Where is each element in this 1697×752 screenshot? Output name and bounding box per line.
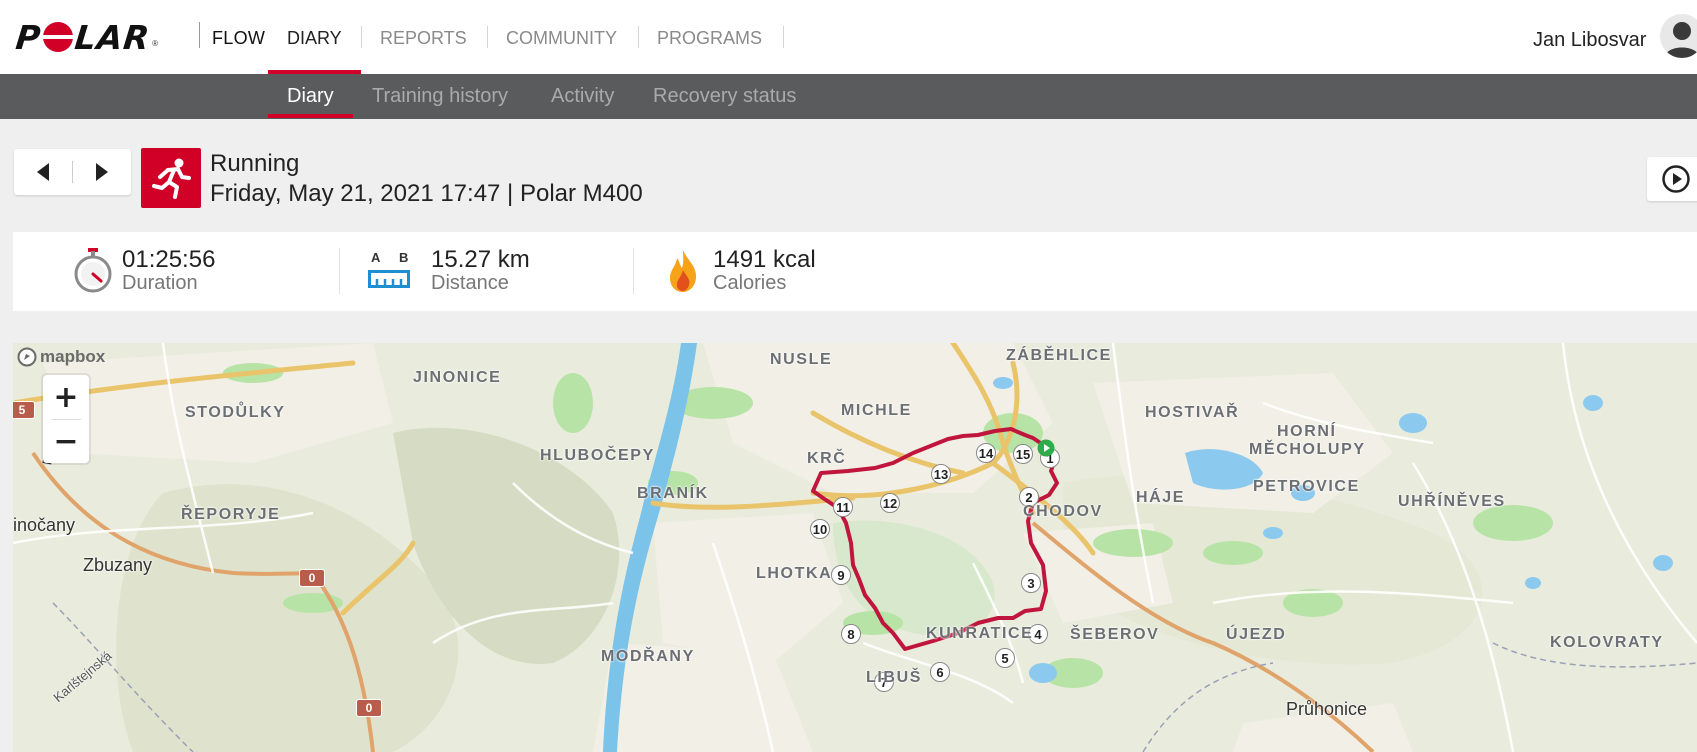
previous-session-button[interactable] (14, 149, 72, 195)
session-pager (14, 149, 131, 195)
distance-label: Distance (431, 272, 509, 294)
duration-label: Duration (122, 272, 198, 294)
map-label-inocany: inočany (13, 515, 76, 535)
map-label-kunratice: KUNRATICE (926, 625, 1034, 642)
mapbox-logo[interactable]: mapbox (17, 347, 105, 367)
subnav-activity[interactable]: Activity (551, 85, 614, 108)
top-header: P LAR ® FLOW DIARY REPORTS COMMUNITY PROG… (0, 0, 1697, 74)
nav-reports[interactable]: REPORTS (380, 28, 467, 49)
arrow-left-icon (37, 163, 49, 181)
registered-mark: ® (152, 39, 159, 48)
lap-marker-8[interactable]: 8 (841, 624, 861, 644)
logo-letter-p: P (13, 17, 44, 57)
map-label-hostivar: HOSTIVAŘ (1145, 404, 1240, 421)
lap-marker-11[interactable]: 11 (833, 497, 853, 517)
stopwatch-icon (74, 248, 112, 293)
summary-divider (633, 248, 634, 294)
user-name[interactable]: Jan Libosvar (1533, 29, 1646, 52)
sub-navigation: Diary Training history Activity Recovery… (0, 74, 1697, 119)
replay-button[interactable] (1647, 157, 1697, 201)
road-shield: 0 (299, 569, 325, 587)
nav-community[interactable]: COMMUNITY (506, 28, 617, 49)
zoom-in-button[interactable]: + (43, 375, 89, 419)
map-label-uhrineves: UHŘÍNĚVES (1398, 493, 1506, 510)
map-label-krc: KRČ (807, 450, 847, 467)
map-label-horni: HORNÍ (1277, 423, 1337, 440)
play-circle-icon (1662, 165, 1690, 193)
summary-divider (339, 248, 340, 294)
start-flag-icon[interactable] (1037, 439, 1055, 457)
avatar[interactable] (1660, 14, 1697, 58)
map-label-nusle: NUSLE (770, 351, 833, 368)
session-summary: 01:25:56 Duration A B 15.27 km Distance … (13, 232, 1697, 311)
lap-marker-5[interactable]: 5 (995, 648, 1015, 668)
lap-marker-10[interactable]: 10 (810, 519, 830, 539)
logo-o-dot (41, 22, 76, 52)
distance-stat: A B 15.27 km Distance (368, 232, 628, 311)
calories-stat: 1491 kcal Calories (667, 232, 927, 311)
map-label-petrovice: PETROVICE (1253, 478, 1360, 495)
ruler-ab-icon: A B (368, 248, 412, 294)
running-person-icon (152, 158, 191, 199)
nav-divider (361, 26, 362, 48)
zoom-out-button[interactable]: − (43, 419, 89, 463)
nav-divider (783, 26, 784, 48)
road-shield: 0 (356, 699, 382, 717)
map-label-pruhonice: Průhonice (1286, 699, 1368, 719)
lap-marker-9[interactable]: 9 (831, 565, 851, 585)
logo-divider (199, 22, 200, 48)
calories-value: 1491 kcal (713, 246, 816, 273)
zoom-control: + − (43, 375, 89, 463)
duration-stat: 01:25:56 Duration (73, 232, 333, 311)
map-label-haje: HÁJE (1136, 489, 1186, 506)
map-label-ujezd: ÚJEZD (1226, 626, 1287, 643)
polar-logo[interactable]: P LAR ® (13, 17, 159, 57)
nav-divider (638, 26, 639, 48)
map-label-kolovraty: KOLOVRATY (1550, 634, 1664, 651)
sport-badge (141, 148, 201, 208)
mapbox-icon (17, 347, 37, 367)
logo-letters-lar: LAR (73, 17, 153, 57)
subnav-diary[interactable]: Diary (287, 85, 334, 108)
lap-marker-13[interactable]: 13 (931, 464, 951, 484)
map-label-hlubocepy: HLUBOČEPY (540, 447, 655, 464)
arrow-right-icon (96, 163, 108, 181)
map-label-jinonice: JINONICE (413, 369, 502, 386)
lap-marker-15[interactable]: 15 (1013, 444, 1033, 464)
map-label-lhotka: LHOTKA (756, 565, 833, 582)
map-label-modrany: MODŘANY (601, 648, 695, 665)
nav-programs[interactable]: PROGRAMS (657, 28, 762, 49)
lap-marker-3[interactable]: 3 (1021, 573, 1041, 593)
sport-name: Running (210, 150, 300, 177)
map-label-libus: LIBUŠ (866, 669, 922, 686)
subnav-training-history[interactable]: Training history (372, 85, 508, 108)
map-label-mecholupy: MĚCHOLUPY (1249, 441, 1366, 458)
map-label-michle: MICHLE (841, 402, 912, 419)
lap-marker-14[interactable]: 14 (976, 443, 996, 463)
session-date-device: Friday, May 21, 2021 17:47 | Polar M400 (210, 180, 643, 207)
lap-marker-6[interactable]: 6 (930, 662, 950, 682)
map-label-zabehlice: ZÁBĚHLICE (1006, 347, 1112, 364)
distance-value: 15.27 km (431, 246, 530, 273)
map-label-zbuzany: Zbuzany (83, 555, 153, 575)
calories-label: Calories (713, 272, 787, 294)
subnav-active-indicator (268, 114, 353, 118)
road-shield: 5 (13, 401, 35, 419)
map-label-stodulky: STODŮLKY (185, 404, 286, 421)
next-session-button[interactable] (73, 149, 131, 195)
flame-icon (670, 250, 697, 292)
map-label-seberov: ŠEBEROV (1070, 626, 1160, 643)
nav-divider (487, 26, 488, 48)
duration-value: 01:25:56 (122, 246, 216, 273)
nav-diary[interactable]: DIARY (287, 28, 342, 49)
map-label-branik: BRANÍK (637, 485, 709, 502)
subnav-recovery-status[interactable]: Recovery status (653, 85, 796, 108)
user-silhouette-icon (1664, 22, 1697, 58)
flow-label: FLOW (212, 28, 266, 48)
map-label-chodov: CHODOV (1023, 503, 1103, 520)
map-label-reporyje: ŘEPORYJE (181, 506, 281, 523)
lap-marker-12[interactable]: 12 (880, 493, 900, 513)
route-map[interactable]: 1 2 3 4 5 6 7 8 9 10 11 12 13 14 15 NUSLE ZÁBĚHLICE JI… (13, 343, 1697, 752)
